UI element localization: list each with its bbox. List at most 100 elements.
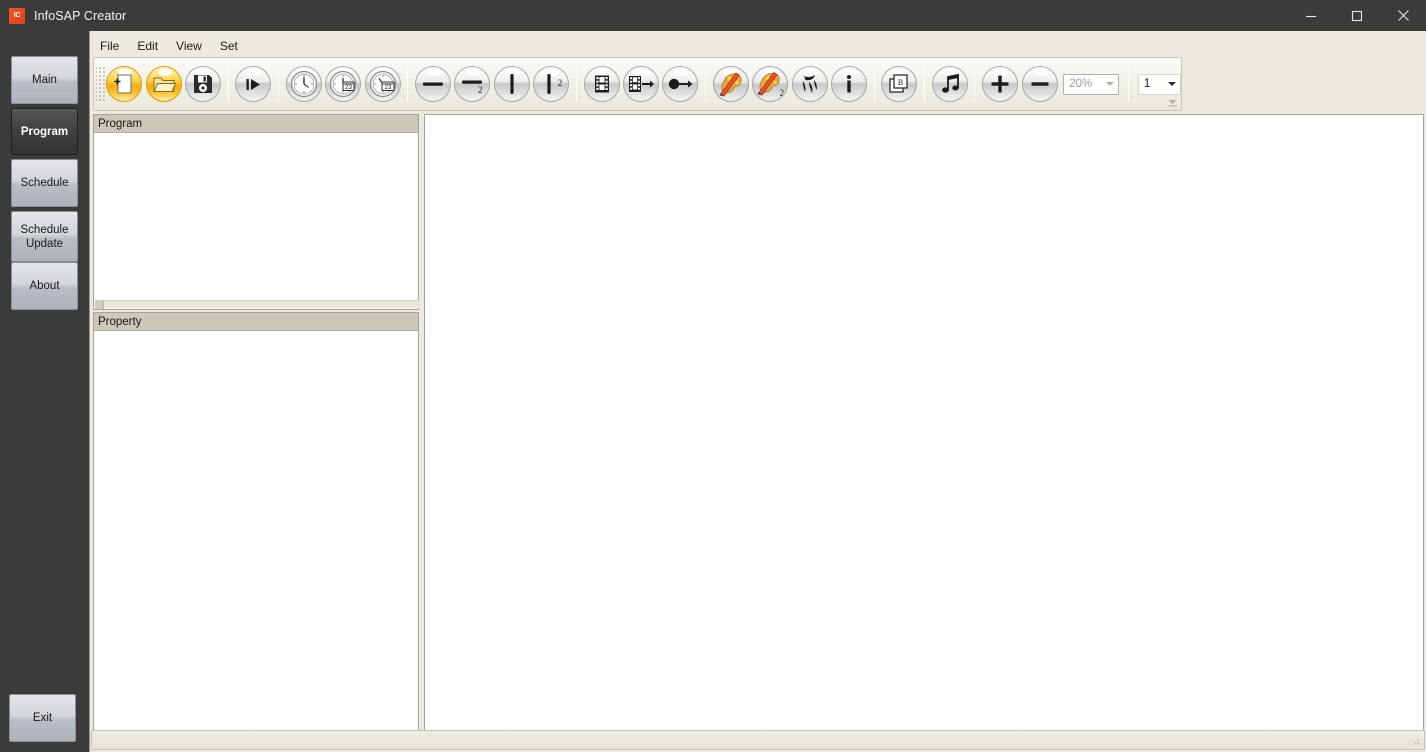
new-document-button[interactable]: [106, 65, 143, 104]
sidebar-item-program[interactable]: Program: [11, 108, 78, 155]
save-button[interactable]: [184, 65, 222, 104]
plus-icon: [982, 66, 1019, 102]
sidebar-item-label: Program: [20, 125, 69, 138]
film-strip-arrow-button[interactable]: [622, 65, 659, 104]
sidebar-item-about[interactable]: About: [11, 262, 78, 310]
toolbar-separator: [1127, 66, 1129, 102]
page-b-button[interactable]: B: [881, 65, 918, 104]
toolbar-separator: [873, 66, 875, 102]
toolbar-separator: [974, 66, 976, 102]
page-b-icon: B: [881, 66, 918, 102]
vertical-line-button[interactable]: [493, 65, 530, 104]
sidebar-item-main[interactable]: Main: [11, 56, 78, 104]
clock-calendar-alt-icon: 23: [364, 66, 401, 102]
sidebar-item-schedule-update[interactable]: Schedule Update: [11, 211, 78, 262]
program-panel-body[interactable]: [94, 133, 418, 308]
chevron-down-icon: [1168, 82, 1177, 86]
note-flag-icon: [791, 66, 828, 102]
sidebar-item-label: Main: [32, 74, 57, 86]
clock-calendar-button[interactable]: 23: [325, 65, 362, 104]
horizontal-line-button[interactable]: [414, 65, 452, 104]
paint-palette-2-icon: 2: [752, 66, 789, 102]
film-strip-button[interactable]: [583, 65, 620, 104]
play-button[interactable]: [235, 65, 272, 104]
main-window: File Edit View Set 23 23 2 2 2 B 20% 1 P…: [89, 31, 1426, 752]
vertical-line-icon: [493, 66, 530, 102]
music-note-icon: [931, 66, 968, 102]
status-bar: [91, 730, 1425, 750]
title-bar: IC InfoSAP Creator: [0, 0, 1426, 31]
menu-edit[interactable]: Edit: [128, 36, 167, 56]
sidebar-item-schedule[interactable]: Schedule: [11, 159, 78, 207]
open-folder-icon: [145, 66, 182, 102]
property-panel-body[interactable]: [94, 331, 418, 748]
program-panel: Program: [93, 114, 419, 310]
film-strip-arrow-icon: [623, 66, 659, 102]
film-strip-icon: [583, 66, 620, 102]
minus-icon: [1021, 66, 1058, 102]
new-document-icon: [106, 66, 143, 102]
design-canvas[interactable]: [424, 114, 1424, 750]
vertical-line-2-icon: 2: [533, 66, 570, 102]
sidebar-item-label: Schedule Update: [20, 223, 69, 250]
play-icon: [235, 66, 272, 102]
toolbar-separator: [705, 66, 707, 102]
zoom-level-select[interactable]: 20%: [1063, 73, 1119, 95]
property-panel-title: Property: [98, 315, 142, 328]
toolbar-separator: [924, 66, 926, 102]
toolbar-separator: [575, 66, 577, 102]
menu-view[interactable]: View: [167, 36, 211, 56]
maximize-icon[interactable]: [1334, 0, 1380, 31]
toolbar-separator: [227, 66, 229, 102]
paint-palette-button[interactable]: [712, 65, 749, 104]
scrollbar-thumb[interactable]: [95, 301, 104, 309]
program-panel-title: Program: [98, 117, 143, 130]
property-panel-header: Property: [94, 313, 418, 331]
dot-arrow-button[interactable]: [662, 65, 699, 104]
menu-set[interactable]: Set: [211, 36, 247, 56]
horizontal-line-2-icon: 2: [454, 66, 491, 102]
sidebar-item-label: Schedule: [20, 177, 69, 189]
chevron-down-icon: [1105, 82, 1114, 86]
svg-text:23: 23: [384, 84, 391, 91]
toolbar-grip[interactable]: [96, 65, 105, 103]
paint-palette-2-button[interactable]: 2: [751, 65, 789, 104]
svg-text:B: B: [898, 78, 903, 87]
vertical-line-2-button[interactable]: 2: [533, 65, 570, 104]
variant-number: 2: [779, 88, 785, 98]
program-panel-hscrollbar[interactable]: [95, 300, 419, 309]
dot-arrow-icon: [662, 66, 699, 102]
close-icon[interactable]: [1380, 0, 1426, 31]
menu-file[interactable]: File: [91, 36, 128, 56]
note-flag-button[interactable]: [791, 65, 828, 104]
app-icon: IC: [9, 7, 25, 24]
svg-text:23: 23: [345, 84, 352, 91]
page-select[interactable]: 1: [1137, 73, 1182, 95]
window-title: InfoSAP Creator: [34, 8, 127, 23]
page-value: 1: [1143, 78, 1151, 90]
property-panel: Property: [93, 312, 419, 750]
info-icon: [830, 66, 867, 102]
clock-calendar-alt-button[interactable]: 23: [364, 65, 401, 104]
zoom-out-button[interactable]: [1021, 65, 1058, 104]
clock-calendar-icon: 23: [325, 66, 362, 102]
variant-number: 2: [477, 85, 483, 95]
menu-bar: File Edit View Set: [91, 35, 1425, 56]
open-folder-button[interactable]: [145, 65, 182, 104]
paint-palette-icon: [712, 66, 749, 102]
horizontal-line-icon: [415, 66, 452, 102]
toolbar-overflow-icon[interactable]: [1166, 93, 1179, 108]
exit-button[interactable]: Exit: [9, 694, 76, 742]
music-note-button[interactable]: [931, 65, 968, 104]
zoom-in-button[interactable]: [981, 65, 1019, 104]
sidebar: Main Program Schedule Schedule Update Ab…: [0, 31, 89, 752]
program-panel-header: Program: [94, 115, 418, 133]
info-button[interactable]: [830, 65, 867, 104]
zoom-level-value: 20%: [1069, 78, 1093, 90]
clock-icon: [285, 66, 322, 102]
resize-grip-icon[interactable]: [1409, 734, 1421, 746]
clock-button[interactable]: [285, 65, 322, 104]
horizontal-line-2-button[interactable]: 2: [454, 65, 491, 104]
minimize-icon[interactable]: [1288, 0, 1334, 31]
exit-button-label: Exit: [32, 712, 53, 724]
